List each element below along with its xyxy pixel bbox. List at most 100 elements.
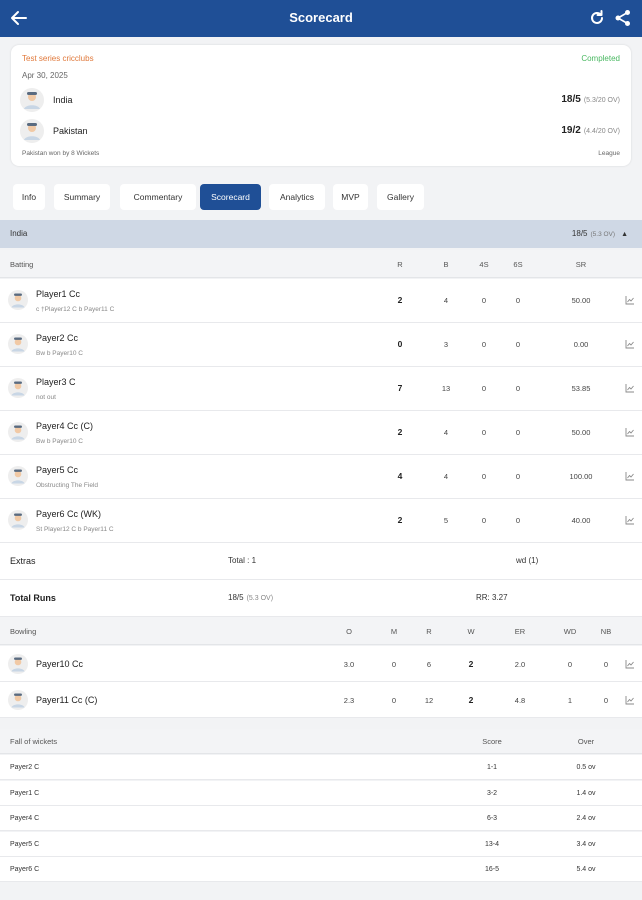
chart-icon[interactable] — [625, 659, 635, 669]
player-avatar-icon — [8, 378, 28, 398]
fow-player: Payer4 C — [10, 815, 40, 822]
dismissal-text: c †Player12 C b Payer11 C — [36, 306, 115, 313]
fow-over: 0.5 ov — [576, 764, 596, 771]
extras-detail: wd (1) — [516, 556, 539, 565]
fow-row: Payer4 C 6-3 2.4 ov — [0, 806, 642, 831]
batting-row[interactable]: Player1 Cc c †Player12 C b Payer11 C 2 4 0 0 5… — [0, 279, 642, 323]
bowling-r: 6 — [426, 660, 432, 669]
col-score: Score — [482, 737, 502, 746]
bowler-name[interactable]: Payer11 Cc (C) — [36, 695, 97, 705]
batting-b: 4 — [443, 428, 449, 437]
batting-fours: 0 — [481, 296, 487, 305]
bowling-nb: 0 — [603, 660, 609, 669]
col-m: M — [390, 627, 398, 636]
batting-r: 2 — [397, 427, 403, 437]
col-over: Over — [577, 737, 595, 746]
fow-over: 3.4 ov — [576, 840, 596, 848]
bowling-row[interactable]: Payer10 Cc 3.0 0 6 2 2.0 0 0 — [0, 646, 642, 682]
col-r: R — [397, 260, 403, 269]
batter-name[interactable]: Payer6 Cc (WK) — [36, 509, 101, 519]
bowling-wd: 1 — [567, 696, 573, 705]
run-rate: RR: 3.27 — [476, 593, 508, 602]
chart-icon[interactable] — [625, 427, 635, 437]
bowling-label: Bowling — [10, 627, 37, 636]
chart-icon[interactable] — [625, 695, 635, 705]
refresh-icon[interactable] — [588, 9, 606, 27]
col-6s: 6S — [513, 260, 523, 269]
batting-sr: 50.00 — [571, 296, 591, 305]
batter-name[interactable]: Payer5 Cc — [36, 465, 78, 475]
batting-fours: 0 — [481, 340, 487, 349]
fow-over: 2.4 ov — [576, 815, 596, 822]
player-avatar-icon — [8, 422, 28, 442]
extras-label: Extras — [10, 556, 36, 566]
chart-icon[interactable] — [625, 339, 635, 349]
batting-b: 13 — [441, 384, 451, 393]
tab-mvp[interactable]: MVP — [333, 184, 368, 210]
batting-label: Batting — [10, 260, 34, 269]
batting-r: 0 — [397, 339, 403, 349]
tab-summary[interactable]: Summary — [54, 184, 110, 210]
batting-r: 7 — [397, 383, 403, 393]
innings-header[interactable]: India 18/5 (5.3 OV) ▲ — [0, 220, 642, 248]
tab-gallery[interactable]: Gallery — [377, 184, 424, 210]
batting-sixes: 0 — [515, 428, 521, 437]
batter-name[interactable]: Player3 C — [36, 377, 76, 387]
share-icon[interactable] — [614, 9, 632, 27]
tab-scorecard[interactable]: Scorecard — [200, 184, 261, 210]
col-er: ER — [514, 627, 526, 636]
batting-row[interactable]: Payer6 Cc (WK) St Player12 C b Payer11 C 2… — [0, 499, 642, 543]
match-type: League — [598, 150, 620, 157]
chart-icon[interactable] — [625, 515, 635, 525]
batting-b: 3 — [443, 340, 449, 349]
fow-player: Payer1 C — [10, 789, 40, 797]
match-card[interactable]: Test series cricclubs Completed Apr 30, … — [11, 45, 631, 166]
batting-row[interactable]: Player3 C not out 7 13 0 0 53.85 — [0, 367, 642, 411]
team-score: 18/5 (5.3/20 OV) — [561, 94, 620, 105]
batter-name[interactable]: Player1 Cc — [36, 289, 80, 299]
fow-player: Payer5 C — [10, 840, 40, 848]
batting-row[interactable]: Payer2 Cc Bw b Payer10 C 0 3 0 0 0.00 — [0, 323, 642, 367]
tab-info[interactable]: Info — [13, 184, 45, 210]
batting-sr: 100.00 — [569, 472, 593, 481]
chart-icon[interactable] — [625, 383, 635, 393]
fow-player: Payer6 C — [10, 866, 40, 873]
player-avatar-icon — [8, 690, 28, 710]
dismissal-text: Bw b Payer10 C — [36, 438, 83, 445]
col-sr: SR — [575, 260, 587, 269]
fow-player: Payer2 C — [10, 764, 40, 771]
dismissal-text: not out — [36, 394, 56, 401]
batting-b: 4 — [443, 472, 449, 481]
batting-header: Batting R B 4S 6S SR — [0, 250, 642, 278]
batting-fours: 0 — [481, 472, 487, 481]
collapse-arrow-icon[interactable]: ▲ — [621, 231, 628, 238]
team-row-2: Pakistan 19/2 (4.4/20 OV) — [20, 119, 620, 143]
batter-name[interactable]: Payer4 Cc (C) — [36, 421, 93, 431]
bowling-row[interactable]: Payer11 Cc (C) 2.3 0 12 2 4.8 1 0 — [0, 682, 642, 718]
batting-r: 2 — [397, 515, 403, 525]
batting-sixes: 0 — [515, 516, 521, 525]
player-avatar-icon — [8, 290, 28, 310]
match-date: Apr 30, 2025 — [22, 71, 68, 80]
bowling-r: 12 — [424, 696, 434, 705]
batting-sr: 53.85 — [571, 384, 591, 393]
player-avatar-icon — [8, 334, 28, 354]
chart-icon[interactable] — [625, 295, 635, 305]
batting-row[interactable]: Payer4 Cc (C) Bw b Payer10 C 2 4 0 0 50.00 — [0, 411, 642, 455]
batting-b: 4 — [443, 296, 449, 305]
dismissal-text: Obstructing The Field — [36, 482, 99, 489]
batting-row[interactable]: Payer5 Cc Obstructing The Field 4 4 0 0 100.00 — [0, 455, 642, 499]
fow-row: Payer5 C 13-4 3.4 ov — [0, 831, 642, 857]
team-row-1: India 18/5 (5.3/20 OV) — [20, 88, 620, 112]
fow-score: 16-5 — [484, 866, 499, 873]
col-nb: NB — [600, 627, 612, 636]
batting-sr: 50.00 — [571, 428, 591, 437]
bowler-name[interactable]: Payer10 Cc — [36, 659, 83, 669]
tab-commentary[interactable]: Commentary — [120, 184, 196, 210]
batter-name[interactable]: Payer2 Cc — [36, 333, 78, 343]
tab-analytics[interactable]: Analytics — [269, 184, 325, 210]
chart-icon[interactable] — [625, 471, 635, 481]
bowling-m: 0 — [391, 696, 397, 705]
col-w: W — [467, 627, 475, 636]
batting-b: 5 — [443, 516, 449, 525]
